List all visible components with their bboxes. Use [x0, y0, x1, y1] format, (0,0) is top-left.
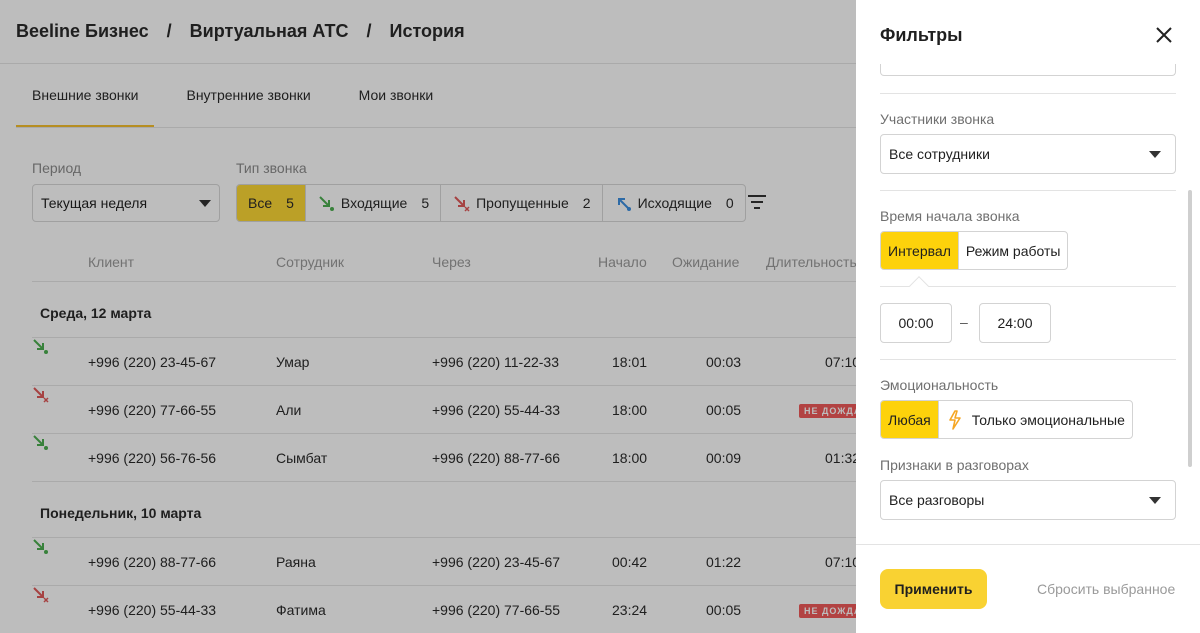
footer-divider [856, 544, 1200, 545]
apply-button[interactable]: Применить [880, 569, 987, 609]
close-icon[interactable] [1155, 26, 1173, 44]
time-mode-interval[interactable]: Интервал [881, 232, 959, 269]
signs-select[interactable]: Все разговоры [880, 480, 1176, 520]
time-from-input[interactable]: 00:00 [880, 303, 952, 343]
reset-button[interactable]: Сбросить выбранное [1037, 581, 1175, 597]
signs-value: Все разговоры [889, 492, 985, 508]
filters-drawer: Фильтры Участники звонка Все сотрудники … [856, 0, 1200, 633]
emotion-option-label: Только эмоциональные [971, 411, 1125, 428]
emotion-switch: Любая Только эмоциональные [880, 400, 1133, 439]
scrolled-field[interactable] [880, 64, 1176, 76]
signs-label: Признаки в разговорах [880, 457, 1029, 473]
participants-select[interactable]: Все сотрудники [880, 134, 1176, 174]
drawer-title: Фильтры [880, 25, 963, 45]
time-mode-switch: Интервал Режим работы [880, 231, 1069, 270]
pointer-notch [909, 276, 929, 296]
time-to-input[interactable]: 24:00 [979, 303, 1051, 343]
divider [880, 93, 1176, 94]
participants-value: Все сотрудники [889, 146, 990, 162]
emotion-label: Эмоциональность [880, 377, 999, 393]
time-range-dash: – [960, 314, 968, 330]
chevron-down-icon [1149, 150, 1161, 158]
start-time-label: Время начала звонка [880, 208, 1020, 224]
emotion-any[interactable]: Любая [881, 401, 939, 438]
chevron-down-icon [1149, 496, 1161, 504]
drawer-scrollbar[interactable] [1188, 190, 1192, 467]
divider [880, 359, 1176, 360]
time-mode-work-hours[interactable]: Режим работы [959, 232, 1068, 269]
divider [880, 190, 1176, 191]
emotion-only-emotional[interactable]: Только эмоциональные [939, 401, 1132, 438]
drawer-header: Фильтры [856, 0, 1200, 64]
participants-label: Участники звонка [880, 111, 995, 127]
modal-backdrop[interactable] [0, 0, 856, 633]
lightning-icon [948, 409, 961, 430]
